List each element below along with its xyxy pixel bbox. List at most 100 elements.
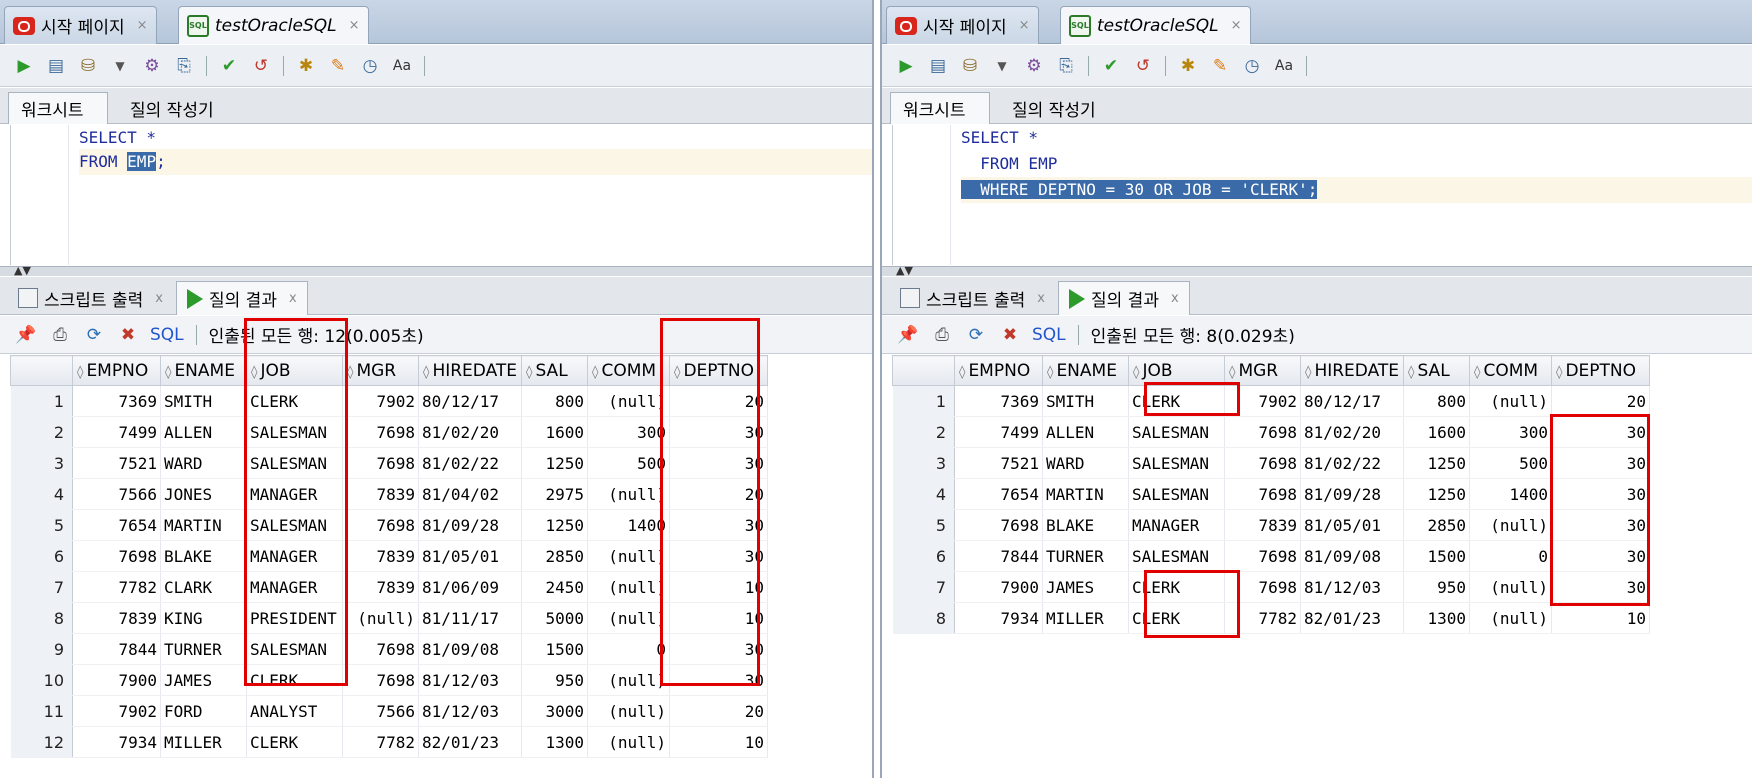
- cell-mgr[interactable]: 7698: [342, 447, 419, 479]
- table-row[interactable]: 6 7844 TURNER SALESMAN 7698 81/09/08 1500 0 30: [892, 540, 1651, 572]
- refresh-icon[interactable]: ⟳: [82, 323, 106, 347]
- cell-comm[interactable]: 1400: [587, 509, 671, 541]
- column-header-ename[interactable]: ◊ ENAME: [160, 355, 247, 386]
- subtab-worksheet[interactable]: 워크시트: [8, 92, 108, 124]
- close-icon[interactable]: ×: [137, 18, 148, 33]
- cell-deptno[interactable]: 30: [1551, 416, 1651, 448]
- table-row[interactable]: 3 7521 WARD SALESMAN 7698 81/02/22 1250 500 30: [10, 447, 769, 479]
- cell-comm[interactable]: (null): [1469, 385, 1553, 417]
- cell-sal[interactable]: 2850: [521, 540, 589, 572]
- cancel-fetch-icon[interactable]: ✖: [116, 323, 140, 347]
- cell-empno[interactable]: 7369: [72, 385, 161, 417]
- close-icon[interactable]: x: [1037, 291, 1045, 306]
- table-row[interactable]: 7 7900 JAMES CLERK 7698 81/12/03 950 (null) 30: [892, 571, 1651, 603]
- subtab-query-builder[interactable]: 질의 작성기: [1000, 92, 1108, 124]
- explain-plan-icon[interactable]: ⚙: [140, 54, 164, 78]
- refresh-icon[interactable]: ⟳: [964, 323, 988, 347]
- cell-empno[interactable]: 7521: [72, 447, 161, 479]
- format-icon[interactable]: Aa: [1272, 54, 1296, 78]
- run-statement-icon[interactable]: ▶: [894, 54, 918, 78]
- cell-mgr[interactable]: 7782: [1224, 602, 1301, 634]
- eraser-icon[interactable]: ✎: [326, 54, 350, 78]
- sort-icon[interactable]: ◊: [1305, 365, 1311, 380]
- cell-hiredate[interactable]: 81/11/17: [418, 602, 523, 634]
- pin-icon[interactable]: 📌: [14, 323, 38, 347]
- cell-comm[interactable]: 500: [587, 447, 671, 479]
- cell-deptno[interactable]: 20: [669, 695, 769, 727]
- cell-ename[interactable]: SMITH: [160, 385, 247, 417]
- cell-mgr[interactable]: 7566: [342, 695, 419, 727]
- cell-empno[interactable]: 7499: [72, 416, 161, 448]
- cell-empno[interactable]: 7369: [954, 385, 1043, 417]
- close-icon[interactable]: ×: [1231, 18, 1242, 33]
- table-row[interactable]: 4 7566 JONES MANAGER 7839 81/04/02 2975 (null) 2…: [10, 478, 769, 510]
- eraser-icon[interactable]: ✎: [1208, 54, 1232, 78]
- cell-job[interactable]: SALESMAN: [1128, 478, 1225, 510]
- cell-mgr[interactable]: 7698: [342, 633, 419, 665]
- print-icon[interactable]: ⎙: [930, 323, 954, 347]
- run-statement-icon[interactable]: ▶: [12, 54, 36, 78]
- cell-mgr[interactable]: 7839: [342, 478, 419, 510]
- table-row[interactable]: 8 7839 KING PRESIDENT (null) 81/11/17 5000 (nul…: [10, 602, 769, 634]
- cell-comm[interactable]: (null): [587, 540, 671, 572]
- cell-sal[interactable]: 1250: [521, 447, 589, 479]
- history-icon[interactable]: ◷: [1240, 54, 1264, 78]
- cell-mgr[interactable]: 7902: [342, 385, 419, 417]
- sql-link[interactable]: SQL: [1032, 325, 1066, 345]
- cell-mgr[interactable]: 7698: [1224, 447, 1301, 479]
- cell-empno[interactable]: 7698: [72, 540, 161, 572]
- cell-comm[interactable]: (null): [587, 726, 671, 758]
- column-header-comm[interactable]: ◊ COMM: [1469, 355, 1553, 386]
- tab-start-page[interactable]: 시작 페이지 ×: [886, 6, 1039, 44]
- cell-mgr[interactable]: 7698: [342, 416, 419, 448]
- cell-mgr[interactable]: (null): [342, 602, 419, 634]
- cell-mgr[interactable]: 7698: [1224, 478, 1301, 510]
- sort-icon[interactable]: ◊: [1229, 365, 1235, 380]
- table-row[interactable]: 1 7369 SMITH CLERK 7902 80/12/17 800 (null) 20: [10, 385, 769, 417]
- subtab-worksheet[interactable]: 워크시트: [890, 92, 990, 124]
- cell-deptno[interactable]: 30: [669, 416, 769, 448]
- sort-icon[interactable]: ◊: [674, 365, 680, 380]
- cell-deptno[interactable]: 10: [669, 726, 769, 758]
- cell-job[interactable]: CLERK: [246, 664, 343, 696]
- cell-empno[interactable]: 7900: [954, 571, 1043, 603]
- tab-testoraclesql[interactable]: SQL testOracleSQL ×: [178, 6, 369, 44]
- cell-hiredate[interactable]: 80/12/17: [418, 385, 523, 417]
- cell-deptno[interactable]: 10: [1551, 602, 1651, 634]
- close-icon[interactable]: x: [1171, 291, 1179, 306]
- cell-job[interactable]: PRESIDENT: [246, 602, 343, 634]
- cell-ename[interactable]: JONES: [160, 478, 247, 510]
- cell-hiredate[interactable]: 81/12/03: [1300, 571, 1405, 603]
- cell-sal[interactable]: 1250: [1403, 478, 1471, 510]
- cell-ename[interactable]: MILLER: [160, 726, 247, 758]
- cell-mgr[interactable]: 7698: [1224, 571, 1301, 603]
- cell-ename[interactable]: MARTIN: [1042, 478, 1129, 510]
- cell-ename[interactable]: JAMES: [160, 664, 247, 696]
- cell-comm[interactable]: 300: [587, 416, 671, 448]
- cell-job[interactable]: SALESMAN: [246, 416, 343, 448]
- cell-hiredate[interactable]: 81/05/01: [1300, 509, 1405, 541]
- commit-icon[interactable]: ⛁: [958, 54, 982, 78]
- cell-hiredate[interactable]: 81/09/28: [1300, 478, 1405, 510]
- tab-script-output[interactable]: 스크립트 출력 x: [890, 281, 1055, 315]
- cell-ename[interactable]: MILLER: [1042, 602, 1129, 634]
- cell-ename[interactable]: TURNER: [1042, 540, 1129, 572]
- cell-hiredate[interactable]: 81/04/02: [418, 478, 523, 510]
- sort-icon[interactable]: ◊: [1474, 365, 1480, 380]
- autotrace-icon[interactable]: ⎘: [1054, 54, 1078, 78]
- cell-sal[interactable]: 1500: [1403, 540, 1471, 572]
- sort-icon[interactable]: ◊: [959, 365, 965, 380]
- column-header-hiredate[interactable]: ◊ HIREDATE: [417, 355, 523, 386]
- format-icon[interactable]: Aa: [390, 54, 414, 78]
- cell-empno[interactable]: 7839: [72, 602, 161, 634]
- cell-job[interactable]: CLERK: [1128, 602, 1225, 634]
- cell-hiredate[interactable]: 81/05/01: [418, 540, 523, 572]
- cell-empno[interactable]: 7521: [954, 447, 1043, 479]
- cell-sal[interactable]: 1600: [1403, 416, 1471, 448]
- cell-deptno[interactable]: 30: [1551, 571, 1651, 603]
- cell-comm[interactable]: 0: [587, 633, 671, 665]
- cell-job[interactable]: CLERK: [246, 385, 343, 417]
- cell-deptno[interactable]: 30: [669, 633, 769, 665]
- sort-icon[interactable]: ◊: [347, 365, 353, 380]
- cell-ename[interactable]: SMITH: [1042, 385, 1129, 417]
